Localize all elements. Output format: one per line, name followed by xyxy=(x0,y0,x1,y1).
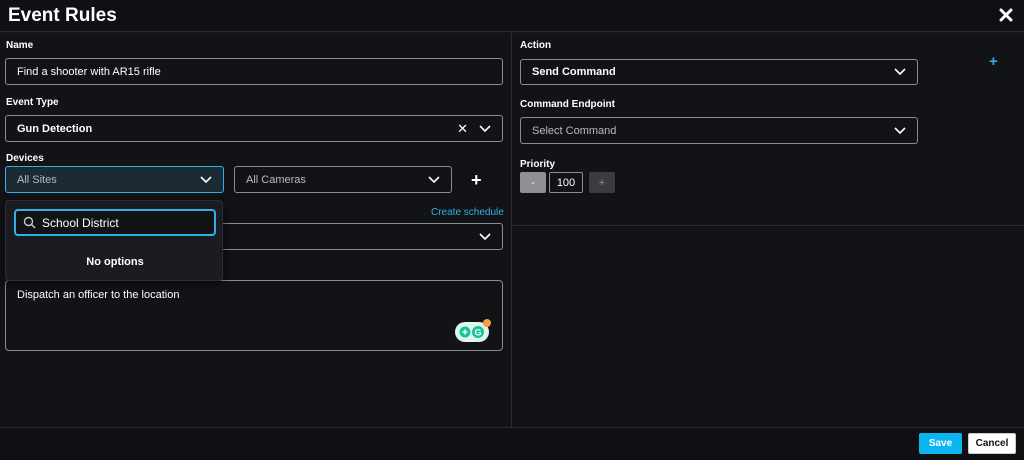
name-input-value: Find a shooter with AR15 rifle xyxy=(17,65,161,78)
devices-label: Devices xyxy=(6,153,44,164)
modal-footer xyxy=(0,427,1024,460)
site-search-input[interactable]: School District xyxy=(14,209,216,236)
sites-dropdown-menu: School District No options xyxy=(5,200,223,281)
add-action-button[interactable]: + xyxy=(989,53,998,71)
chevron-down-icon[interactable] xyxy=(893,126,907,136)
name-label: Name xyxy=(6,40,34,51)
command-endpoint-placeholder: Select Command xyxy=(532,124,617,137)
action-select[interactable]: Send Command xyxy=(520,59,918,85)
close-icon[interactable] xyxy=(996,5,1016,25)
chevron-down-icon[interactable] xyxy=(893,67,907,77)
chevron-down-icon[interactable] xyxy=(478,232,492,242)
chevron-down-icon[interactable] xyxy=(427,175,441,185)
cameras-placeholder: All Cameras xyxy=(246,173,306,186)
divider xyxy=(512,225,1024,226)
event-type-label: Event Type xyxy=(6,97,59,108)
action-value: Send Command xyxy=(532,66,616,78)
sites-placeholder: All Sites xyxy=(17,173,57,186)
chevron-down-icon[interactable] xyxy=(478,124,492,134)
action-label: Action xyxy=(520,40,552,51)
cancel-button[interactable]: Cancel xyxy=(968,433,1016,454)
description-textarea[interactable]: Dispatch an officer to the location G xyxy=(5,280,503,351)
command-endpoint-select[interactable]: Select Command xyxy=(520,117,918,144)
save-button[interactable]: Save xyxy=(919,433,962,454)
name-input[interactable]: Find a shooter with AR15 rifle xyxy=(5,58,503,85)
event-type-value: Gun Detection xyxy=(17,122,93,135)
command-endpoint-label: Command Endpoint xyxy=(520,99,615,110)
priority-increment-button[interactable]: + xyxy=(589,172,615,193)
no-options-message: No options xyxy=(86,256,144,268)
svg-text:G: G xyxy=(474,328,481,338)
modal-header: Event Rules xyxy=(0,0,1024,32)
cameras-select[interactable]: All Cameras xyxy=(234,166,452,193)
grammarly-badge xyxy=(483,319,491,327)
priority-label: Priority xyxy=(520,159,556,170)
modal-title: Event Rules xyxy=(8,5,117,26)
clear-icon[interactable]: ✕ xyxy=(457,121,468,137)
chevron-down-icon[interactable] xyxy=(199,175,213,185)
site-search-value: School District xyxy=(42,215,119,230)
grammarly-logo-icon: G xyxy=(459,326,484,338)
description-value: Dispatch an officer to the location xyxy=(17,289,180,301)
search-icon xyxy=(23,216,36,229)
add-device-button[interactable]: + xyxy=(471,171,482,189)
priority-input[interactable]: 100 xyxy=(549,172,583,193)
event-type-select[interactable]: Gun Detection ✕ xyxy=(5,115,503,142)
create-schedule-link[interactable]: Create schedule xyxy=(431,207,504,218)
right-panel xyxy=(511,33,1024,427)
sites-select[interactable]: All Sites xyxy=(5,166,224,193)
priority-decrement-button[interactable]: - xyxy=(520,172,546,193)
grammarly-icon[interactable]: G xyxy=(455,319,491,342)
